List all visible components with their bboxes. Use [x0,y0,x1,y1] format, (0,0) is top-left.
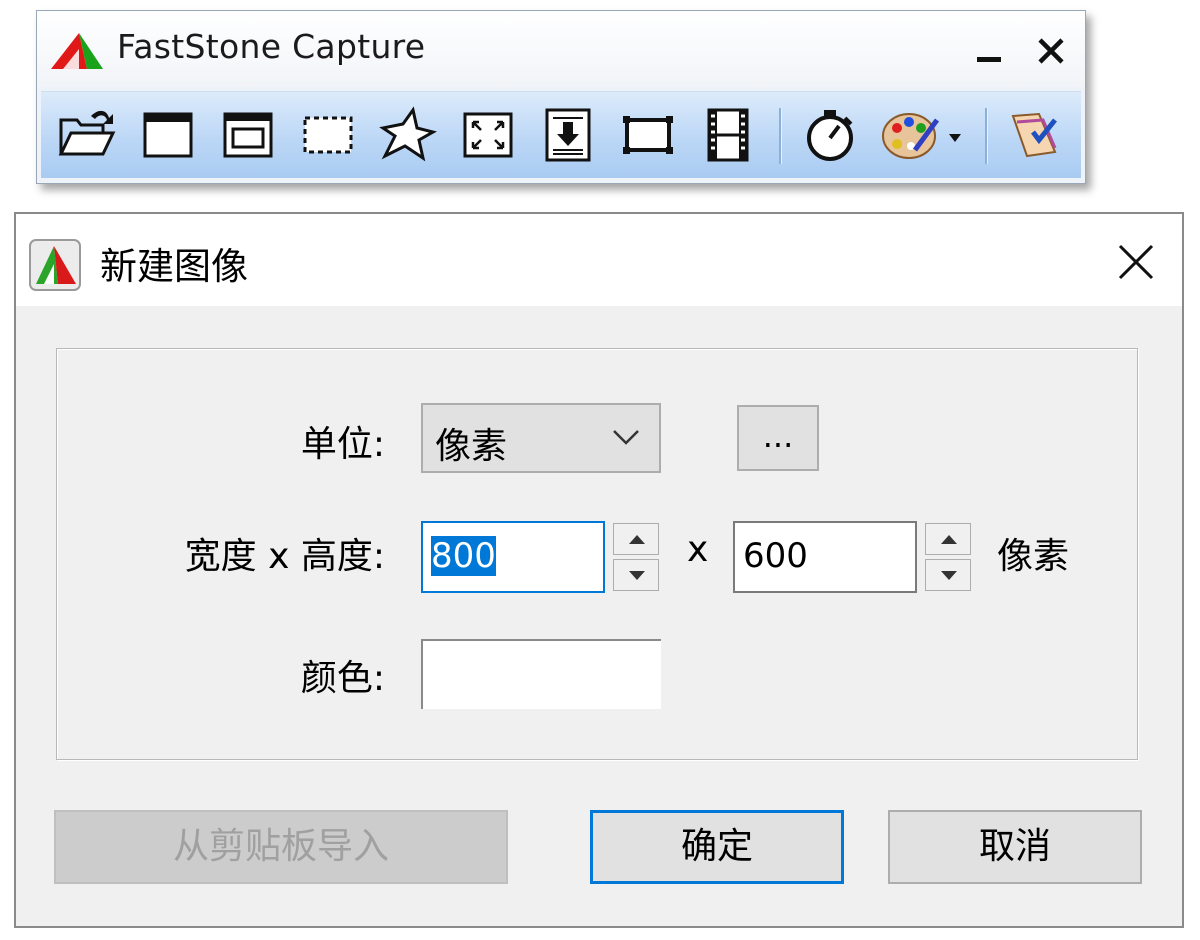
capture-rectangle-icon[interactable] [297,106,359,164]
capture-toolbar [41,91,1081,178]
cancel-button[interactable]: 取消 [888,810,1142,884]
capture-object-icon[interactable] [217,106,279,164]
unit-dropdown[interactable]: 像素 [421,403,661,473]
capture-scrolling-icon[interactable] [537,106,599,164]
close-icon[interactable] [1112,238,1160,286]
height-decrement-button[interactable] [925,559,971,591]
minimize-icon[interactable] [969,33,1009,71]
ok-button[interactable]: 确定 [590,810,844,884]
dialog-titlebar[interactable]: 新建图像 [16,214,1182,306]
width-stepper [613,523,659,591]
toolbar-separator [985,108,988,164]
arrow-up-icon [941,535,957,544]
width-decrement-button[interactable] [613,559,659,591]
toolbar-titlebar[interactable]: FastStone Capture [37,11,1085,87]
capture-fixed-region-icon[interactable] [617,106,679,164]
width-value: 800 [431,536,496,576]
height-input[interactable]: 600 [733,521,917,593]
unit-options-button[interactable]: ... [737,405,819,471]
import-from-clipboard-button[interactable]: 从剪贴板导入 [54,810,508,884]
faststone-logo-icon [49,29,105,73]
arrow-down-icon [629,571,645,580]
height-value: 600 [743,536,808,576]
color-label: 颜色: [300,658,385,699]
new-image-dialog: 新建图像 单位: 像素 ... 宽度 x 高度: 800 x 600 像素 颜色… [14,212,1184,928]
settings-group: 单位: 像素 ... 宽度 x 高度: 800 x 600 像素 颜色: [56,348,1138,760]
chevron-down-icon [611,427,641,447]
arrow-up-icon [629,535,645,544]
toolbar-separator [779,108,782,164]
x-separator: x [687,529,709,570]
size-label: 宽度 x 高度: [184,536,385,577]
open-icon[interactable] [55,106,117,164]
screen-recorder-icon[interactable] [697,106,759,164]
settings-icon[interactable] [1003,106,1065,164]
output-palette-icon[interactable] [879,106,969,164]
height-increment-button[interactable] [925,523,971,555]
unit-label: 单位: [300,424,385,465]
capture-freehand-icon[interactable] [377,106,439,164]
app-icon [28,238,82,292]
size-unit-label: 像素 [997,536,1070,577]
faststone-toolbar-window: FastStone Capture [36,10,1086,184]
width-input[interactable]: 800 [421,521,605,593]
dialog-title: 新建图像 [100,245,248,288]
delay-timer-icon[interactable] [799,106,861,164]
capture-fullscreen-icon[interactable] [457,106,519,164]
capture-window-icon[interactable] [137,106,199,164]
width-increment-button[interactable] [613,523,659,555]
height-stepper [925,523,971,591]
unit-dropdown-value: 像素 [435,426,508,467]
arrow-down-icon [941,571,957,580]
close-icon[interactable] [1031,33,1071,71]
color-swatch[interactable] [421,639,661,709]
toolbar-title: FastStone Capture [117,27,426,66]
